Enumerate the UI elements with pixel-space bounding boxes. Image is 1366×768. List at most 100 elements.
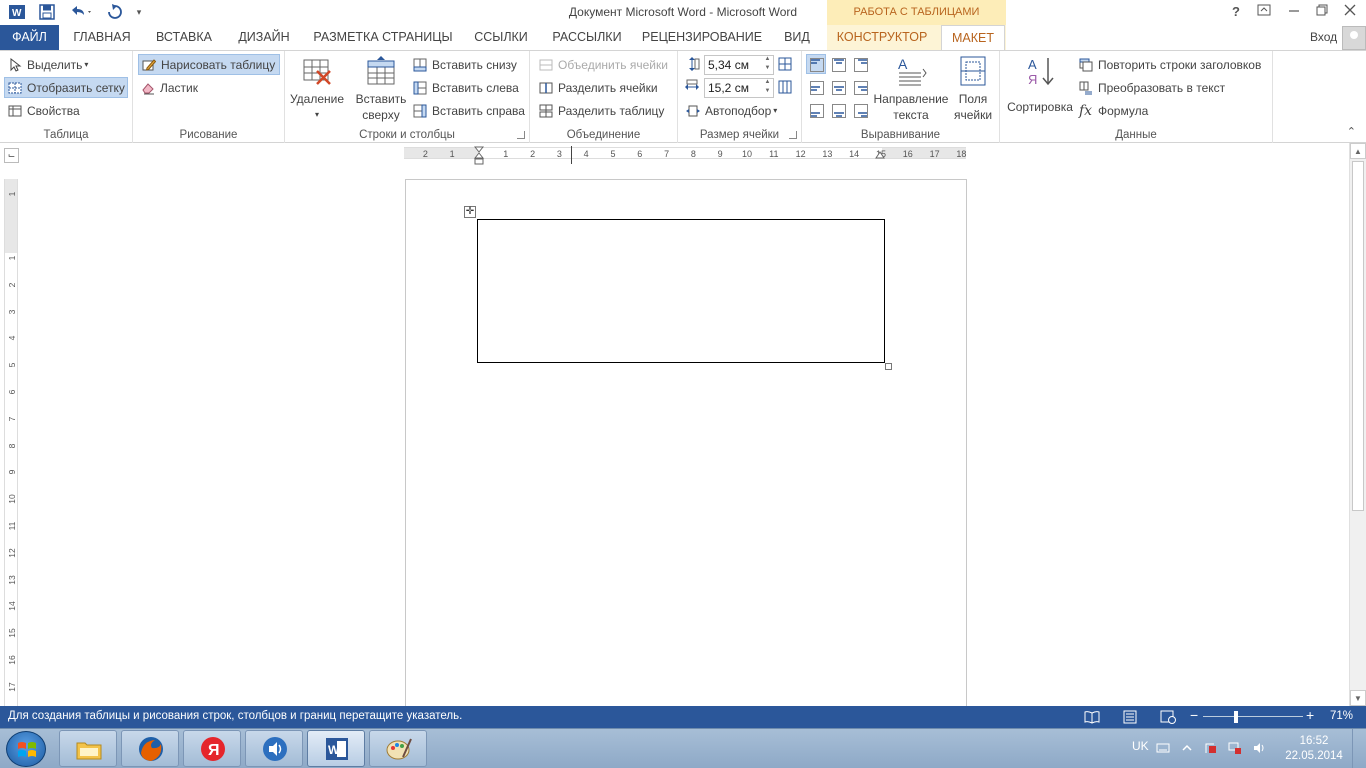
- table-resize-handle[interactable]: [885, 363, 892, 370]
- autofit-button[interactable]: Автоподбор ▾: [683, 100, 780, 121]
- scroll-thumb[interactable]: [1352, 161, 1364, 511]
- insert-above-button[interactable]: Вставить сверху: [351, 55, 411, 123]
- column-width-spinner[interactable]: ▲ ▼: [763, 78, 772, 98]
- taskbar-explorer[interactable]: [59, 730, 117, 767]
- tab-mailings[interactable]: РАССЫЛКИ: [546, 25, 628, 50]
- chevron-down-icon: ▾: [773, 106, 778, 115]
- zoom-level[interactable]: 71%: [1330, 710, 1353, 722]
- tab-file[interactable]: ФАЙЛ: [0, 25, 59, 50]
- ruler-tick-label: 2: [422, 149, 428, 159]
- scroll-up-icon[interactable]: ▲: [1350, 143, 1366, 159]
- right-indent-marker[interactable]: [875, 151, 885, 159]
- cell-margins-button[interactable]: Поля ячейки: [950, 55, 996, 123]
- taskbar-firefox[interactable]: [121, 730, 179, 767]
- restore-icon[interactable]: [1308, 0, 1336, 25]
- vertical-scrollbar[interactable]: ▲ ▼: [1349, 143, 1366, 706]
- svg-text:A: A: [1028, 57, 1037, 72]
- folder-icon: [76, 742, 102, 760]
- align-bottom-left-button[interactable]: [806, 100, 826, 120]
- help-button[interactable]: ?: [1222, 0, 1250, 25]
- row-height-spinner[interactable]: ▲ ▼: [763, 55, 772, 75]
- web-layout-icon[interactable]: [1160, 709, 1176, 725]
- align-middle-center-button[interactable]: [828, 77, 848, 97]
- align-bottom-right-button[interactable]: [850, 100, 870, 120]
- align-bottom-center-button[interactable]: [828, 100, 848, 120]
- ruler-tick-label: 12: [7, 548, 17, 558]
- eraser-button[interactable]: Ластик: [138, 77, 201, 98]
- tab-table-layout[interactable]: МАКЕТ: [941, 25, 1005, 50]
- rows-columns-dialog-launcher[interactable]: [517, 131, 525, 139]
- scroll-down-icon[interactable]: ▼: [1350, 690, 1366, 706]
- zoom-slider[interactable]: [1203, 716, 1303, 717]
- language-indicator[interactable]: UK: [1132, 739, 1149, 753]
- align-top-center-button[interactable]: [828, 54, 848, 74]
- formula-button[interactable]: fx Формула: [1076, 100, 1151, 121]
- align-top-right-button[interactable]: [850, 54, 870, 74]
- show-hidden-icons-icon[interactable]: [1180, 741, 1194, 755]
- draw-table-button[interactable]: Нарисовать таблицу: [138, 54, 280, 75]
- insert-below-icon: [413, 58, 427, 71]
- first-line-indent-marker[interactable]: [474, 146, 484, 168]
- taskbar-media[interactable]: [245, 730, 303, 767]
- view-gridlines-button[interactable]: Отобразить сетку: [4, 77, 128, 98]
- tray-clock[interactable]: 16:52 22.05.2014: [1284, 734, 1344, 764]
- network-icon[interactable]: [1228, 741, 1242, 755]
- taskbar-paint[interactable]: [369, 730, 427, 767]
- keyboard-icon[interactable]: [1156, 741, 1170, 755]
- row-height-icon: [689, 57, 700, 71]
- start-button[interactable]: [6, 731, 46, 767]
- tab-view[interactable]: ВИД: [776, 25, 818, 50]
- print-layout-icon[interactable]: [1122, 709, 1138, 725]
- delete-button[interactable]: Удаление ▾: [288, 55, 346, 123]
- align-top-left-button[interactable]: [806, 54, 826, 74]
- tab-home[interactable]: ГЛАВНАЯ: [66, 25, 138, 50]
- zoom-slider-thumb[interactable]: [1234, 711, 1238, 723]
- collapse-ribbon-icon[interactable]: ⌃: [1347, 125, 1356, 138]
- clock-date: 22.05.2014: [1285, 750, 1343, 762]
- tab-selector-button[interactable]: ⌙: [4, 148, 19, 163]
- column-marker[interactable]: [571, 146, 572, 164]
- tab-review[interactable]: РЕЦЕНЗИРОВАНИЕ: [640, 25, 764, 50]
- split-table-button[interactable]: Разделить таблицу: [536, 100, 667, 121]
- tab-table-design[interactable]: КОНСТРУКТОР: [830, 25, 934, 50]
- sign-in-link[interactable]: Вход: [1310, 30, 1337, 44]
- table-move-handle-icon[interactable]: ✛: [464, 206, 476, 218]
- close-icon[interactable]: [1336, 0, 1364, 25]
- tab-design[interactable]: ДИЗАЙН: [230, 25, 298, 50]
- cursor-icon: [10, 57, 22, 72]
- action-center-icon[interactable]: [1204, 741, 1218, 755]
- align-middle-left-button[interactable]: [806, 77, 826, 97]
- ribbon-display-options-icon[interactable]: [1250, 0, 1278, 25]
- insert-right-button[interactable]: Вставить справа: [410, 100, 528, 121]
- taskbar-yandex[interactable]: Я: [183, 730, 241, 767]
- tab-insert[interactable]: ВСТАВКА: [150, 25, 218, 50]
- minimize-icon[interactable]: [1280, 0, 1308, 25]
- insert-below-button[interactable]: Вставить снизу: [410, 54, 520, 75]
- clock-time: 16:52: [1299, 735, 1329, 747]
- select-button[interactable]: Выделить ▾: [5, 54, 91, 75]
- properties-button[interactable]: Свойства: [5, 100, 83, 121]
- cell-size-dialog-launcher[interactable]: [789, 131, 797, 139]
- read-mode-icon[interactable]: [1084, 709, 1100, 725]
- taskbar-word[interactable]: W: [307, 730, 365, 767]
- document-table[interactable]: [477, 219, 885, 363]
- insert-left-button[interactable]: Вставить слева: [410, 77, 522, 98]
- tab-references[interactable]: ССЫЛКИ: [468, 25, 534, 50]
- vertical-ruler[interactable]: 1123456789101112131415161718: [4, 179, 18, 718]
- text-direction-button[interactable]: A Направление текста: [872, 55, 950, 123]
- convert-to-text-button[interactable]: Преобразовать в текст: [1076, 77, 1228, 98]
- zoom-out-button[interactable]: −: [1190, 707, 1198, 723]
- eraser-label: Ластик: [160, 80, 198, 95]
- avatar[interactable]: [1342, 26, 1366, 50]
- zoom-in-button[interactable]: +: [1306, 707, 1314, 723]
- repeat-header-icon: [1079, 58, 1093, 71]
- volume-icon[interactable]: [1252, 741, 1266, 755]
- repeat-header-rows-button[interactable]: Повторить строки заголовков: [1076, 54, 1264, 75]
- align-middle-right-button[interactable]: [850, 77, 870, 97]
- show-desktop-button[interactable]: [1352, 729, 1366, 768]
- tab-page-layout[interactable]: РАЗМЕТКА СТРАНИЦЫ: [310, 25, 456, 50]
- split-cells-button[interactable]: Разделить ячейки: [536, 77, 661, 98]
- sort-button[interactable]: AЯ Сортировка: [1004, 55, 1076, 115]
- merge-cells-button[interactable]: Объединить ячейки: [536, 54, 671, 75]
- horizontal-ruler[interactable]: 21123456789101112131415161718: [404, 146, 966, 165]
